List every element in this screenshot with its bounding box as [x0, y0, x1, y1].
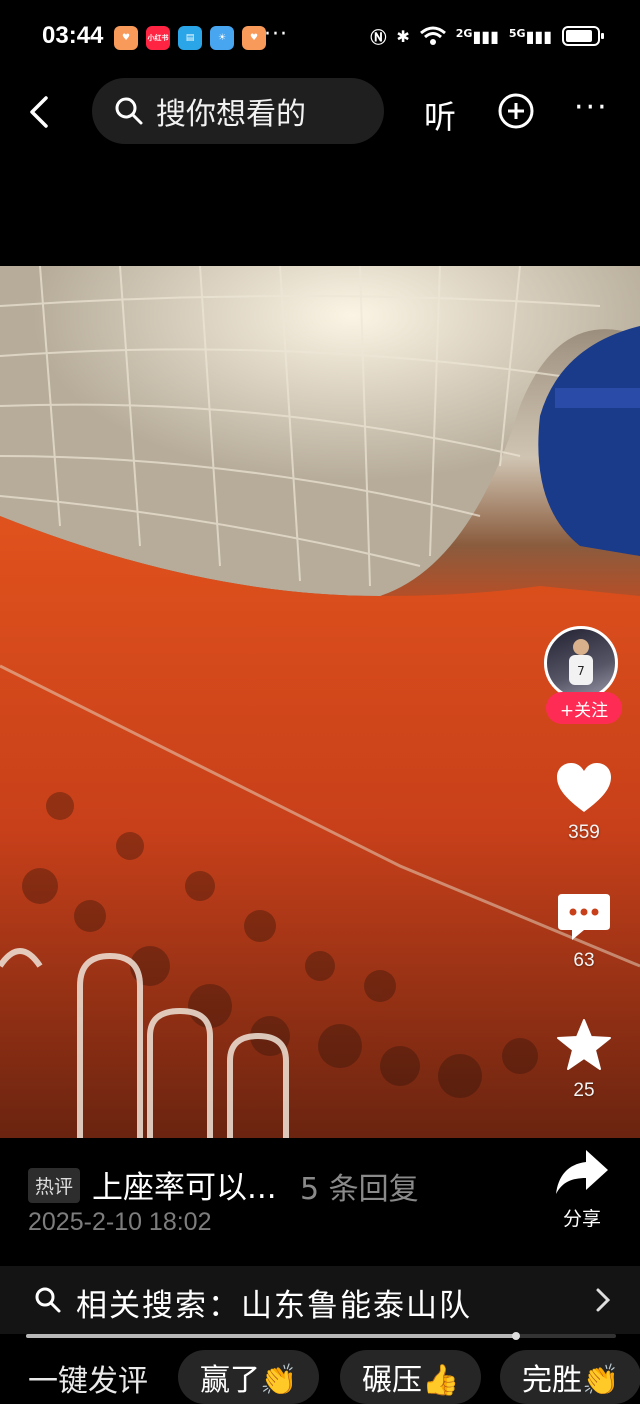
weather-app-icon: ☀: [210, 26, 234, 50]
favorite-count: 25: [573, 1080, 595, 1101]
star-icon: [557, 1019, 611, 1070]
creator-avatar[interactable]: 7: [544, 626, 618, 700]
more-menu-button[interactable]: ···: [574, 90, 609, 125]
system-icons: Ⓝ ✱ 2G▮▮▮ 5G▮▮▮: [370, 24, 604, 48]
notification-icons: ♥ 小红书 ▤ ☀ ♥: [114, 26, 266, 50]
wifi-icon: [419, 26, 446, 45]
comment-count: 63: [573, 950, 595, 971]
bottom-panel: 热评 上座率可以... 5 条回复 2025-2-10 18:02 分享 相关搜…: [0, 1138, 640, 1404]
hot-comment-tag: 热评: [28, 1168, 81, 1203]
chevron-right-icon: [596, 1288, 611, 1312]
nfc-icon: Ⓝ: [370, 28, 387, 47]
add-icon[interactable]: [498, 93, 534, 129]
network-2g-label: 2G: [455, 26, 473, 40]
signal-2g-icon: 2G▮▮▮: [455, 26, 499, 46]
svg-text:7: 7: [577, 664, 585, 678]
search-input[interactable]: 搜你想看的: [92, 78, 384, 144]
related-search-icon: [35, 1287, 61, 1313]
xiaohongshu-icon: 小红书: [146, 26, 170, 50]
player-figure-icon: 7: [569, 639, 593, 685]
share-label: 分享: [562, 1208, 601, 1230]
hot-comment-text[interactable]: 上座率可以...: [92, 1162, 277, 1207]
back-arrow-icon[interactable]: [24, 92, 58, 132]
like-button[interactable]: 359: [540, 762, 628, 844]
heart-icon: [557, 763, 611, 812]
bluetooth-icon: ✱: [396, 26, 410, 46]
heart-app-icon-2: ♥: [242, 26, 266, 50]
comment-button[interactable]: 63: [540, 892, 628, 972]
status-time: 03:44: [42, 22, 104, 49]
follow-button[interactable]: +关注: [546, 692, 622, 724]
video-player[interactable]: [0, 266, 640, 1138]
comment-icon: [558, 894, 610, 940]
favorite-button[interactable]: 25: [540, 1018, 628, 1102]
stadium-scene: [0, 266, 640, 1138]
more-notifications-icon: ···: [264, 22, 288, 47]
share-button[interactable]: 分享: [552, 1148, 612, 1231]
related-search-text: 相关搜索：山东鲁能泰山队: [76, 1288, 472, 1324]
like-count: 359: [568, 822, 600, 843]
network-5g-label: 5G: [508, 26, 526, 40]
share-arrow-icon: [556, 1150, 608, 1194]
reply-count-link[interactable]: 5 条回复: [300, 1164, 419, 1208]
video-progress-bar[interactable]: [26, 1332, 616, 1340]
progress-handle[interactable]: [511, 1332, 520, 1340]
book-app-icon: ▤: [178, 26, 202, 50]
top-bar: 搜你想看的 听 ···: [0, 78, 640, 148]
status-bar: 03:44 ♥ 小红书 ▤ ☀ ♥ ··· Ⓝ ✱ 2G▮▮▮ 5G▮▮▮: [0, 0, 640, 78]
comment-timestamp: 2025-2-10 18:02: [28, 1208, 212, 1236]
battery-icon: [562, 26, 604, 46]
search-icon: [115, 97, 143, 125]
quick-comment-label: 一键发评: [28, 1364, 148, 1399]
quick-comment-row: 一键发评 赢了👏 碾压👍 完胜👏: [0, 1350, 640, 1404]
xiaohongshu-label: 小红书: [147, 34, 169, 42]
search-placeholder: 搜你想看的: [156, 97, 306, 132]
progress-fill: [26, 1334, 516, 1338]
related-search-bar[interactable]: 相关搜索：山东鲁能泰山队: [0, 1266, 640, 1334]
heart-app-icon: ♥: [114, 26, 138, 50]
listen-button[interactable]: 听: [424, 92, 456, 138]
signal-5g-icon: 5G▮▮▮: [508, 26, 552, 46]
